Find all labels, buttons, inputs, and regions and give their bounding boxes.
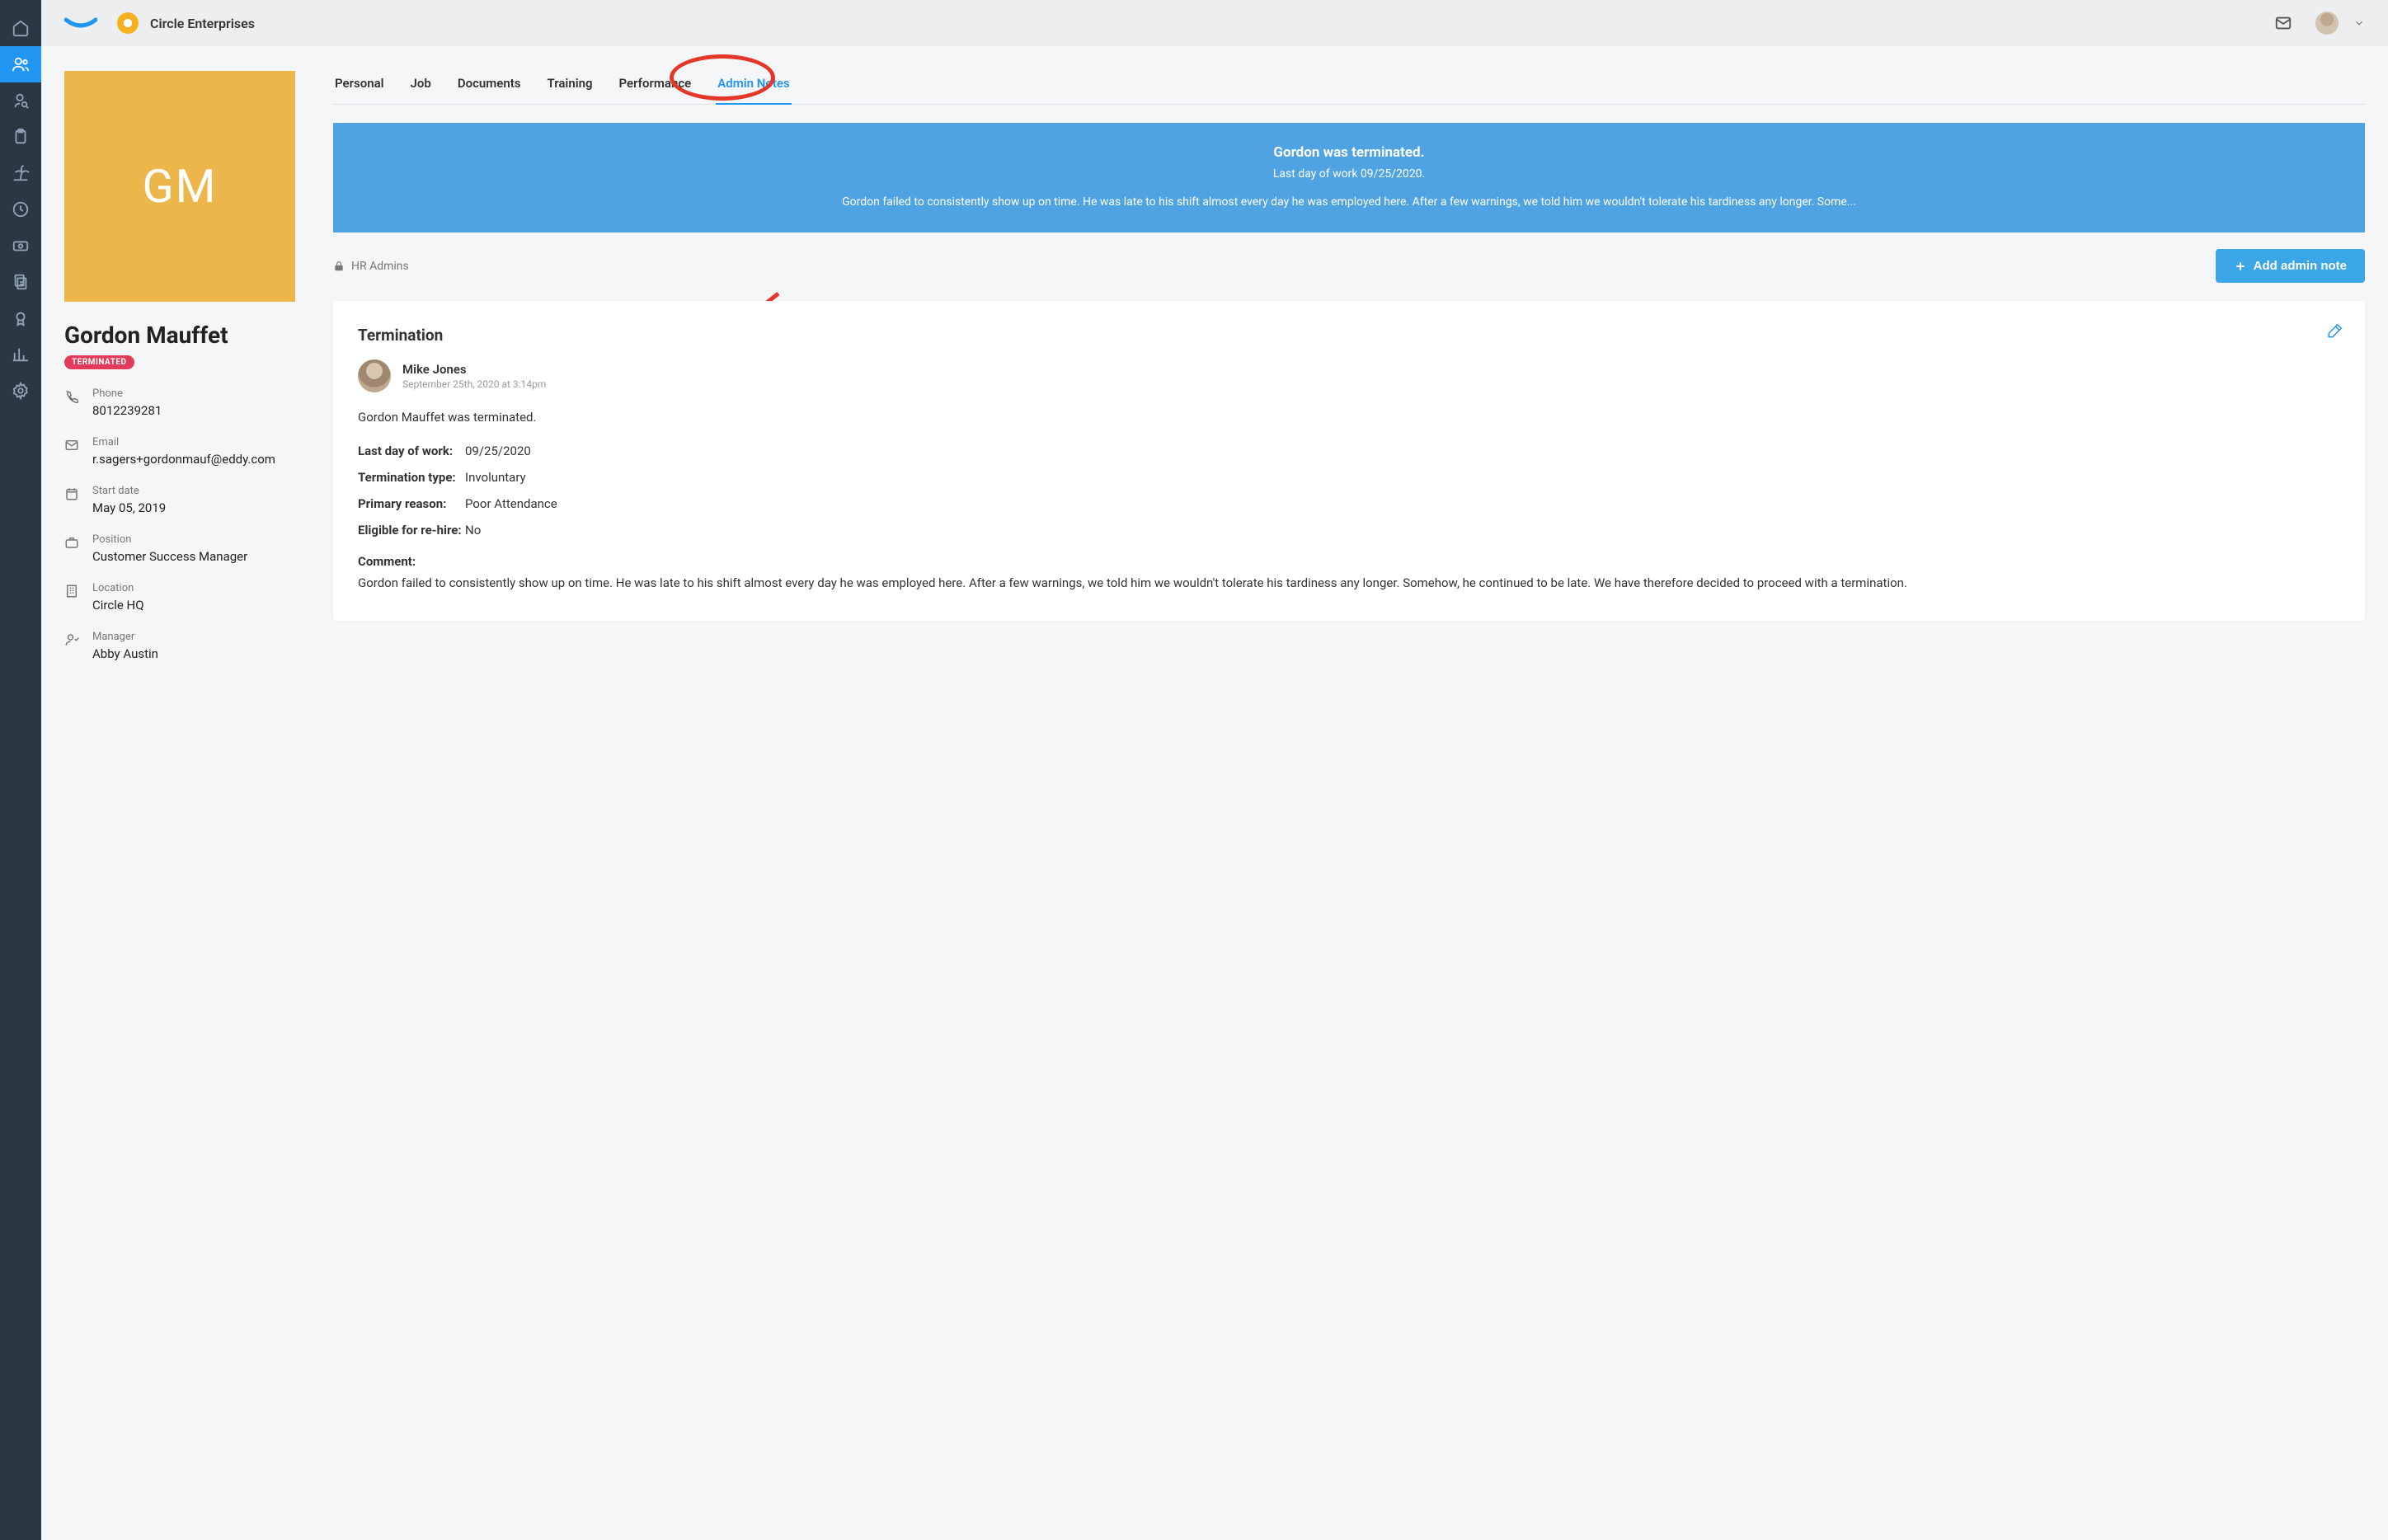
rehire-value: No [465, 523, 481, 538]
clipboard-icon [12, 128, 30, 146]
profile-tabs: Personal Job Documents Training Performa… [333, 71, 2365, 105]
position-value: Customer Success Manager [92, 549, 308, 564]
edit-note-button[interactable] [2327, 324, 2342, 342]
note-body: Gordon Mauffet was terminated. [358, 407, 2340, 427]
last-day-label: Last day of work: [358, 444, 465, 458]
clock-icon [12, 200, 30, 218]
reason-label: Primary reason: [358, 496, 465, 511]
nav-settings[interactable] [0, 373, 41, 409]
brand-logo [64, 15, 97, 31]
sidenav [0, 0, 41, 1540]
reason-value: Poor Attendance [465, 496, 557, 511]
tab-documents[interactable]: Documents [456, 71, 523, 104]
status-badge: TERMINATED [64, 355, 134, 369]
start-value: May 05, 2019 [92, 500, 308, 515]
manager-icon [64, 632, 79, 647]
building-icon [64, 584, 79, 599]
nav-home[interactable] [0, 10, 41, 46]
main-content: Personal Job Documents Training Performa… [333, 71, 2365, 1515]
nav-time[interactable] [0, 191, 41, 228]
rehire-label: Eligible for re-hire: [358, 523, 465, 538]
documents-icon [12, 273, 30, 291]
employee-name: Gordon Mauffet [64, 322, 308, 349]
person-search-icon [12, 92, 30, 110]
palm-icon [12, 164, 30, 182]
nav-payroll[interactable] [0, 228, 41, 264]
location-label: Location [92, 582, 308, 594]
manager-value: Abby Austin [92, 646, 308, 661]
comment-text: Gordon failed to consistently show up on… [358, 574, 2340, 593]
employee-initials: GM [142, 159, 217, 214]
location-value: Circle HQ [92, 598, 308, 613]
pencil-icon [2327, 324, 2342, 339]
phone-label: Phone [92, 387, 308, 400]
mail-icon [64, 438, 79, 453]
nav-docs[interactable] [0, 264, 41, 300]
nav-people[interactable] [0, 46, 41, 82]
tab-performance[interactable]: Performance [618, 71, 693, 104]
author-avatar [358, 359, 391, 392]
info-start: Start date May 05, 2019 [64, 485, 308, 515]
email-value: r.sagers+gordonmauf@eddy.com [92, 452, 308, 467]
type-label: Termination type: [358, 470, 465, 485]
admin-note-card: Termination Mike Jones September 25th, 2… [333, 301, 2365, 621]
chevron-down-icon[interactable] [2353, 17, 2365, 29]
tab-training[interactable]: Training [546, 71, 595, 104]
banner-title: Gordon was terminated. [391, 144, 2307, 161]
chart-icon [12, 345, 30, 364]
plus-icon [2234, 260, 2247, 273]
email-label: Email [92, 436, 308, 448]
comment-label: Comment: [358, 554, 2340, 569]
briefcase-icon [64, 535, 79, 550]
info-manager: Manager Abby Austin [64, 631, 308, 661]
lock-icon [333, 261, 345, 272]
calendar-icon [64, 486, 79, 501]
note-title: Termination [358, 326, 2340, 345]
tab-admin-notes[interactable]: Admin Notes [716, 71, 791, 104]
nav-reports[interactable] [0, 336, 41, 373]
visibility-indicator: HR Admins [333, 260, 409, 273]
topbar: Circle Enterprises [41, 0, 2388, 46]
banner-subtitle: Last day of work 09/25/2020. [391, 167, 2307, 181]
tab-job[interactable]: Job [409, 71, 433, 104]
info-position: Position Customer Success Manager [64, 533, 308, 564]
home-icon [12, 19, 30, 37]
banner-text: Gordon failed to consistently show up on… [391, 194, 2307, 211]
mail-button[interactable] [2274, 14, 2292, 32]
info-email: Email r.sagers+gordonmauf@eddy.com [64, 436, 308, 467]
visibility-text: HR Admins [351, 260, 409, 273]
position-label: Position [92, 533, 308, 546]
employee-sidebar: GM Gordon Mauffet TERMINATED Phone 80122… [64, 71, 308, 1515]
employee-avatar: GM [64, 71, 295, 302]
org-logo [117, 12, 139, 34]
tab-personal[interactable]: Personal [333, 71, 386, 104]
last-day-value: 09/25/2020 [465, 444, 531, 458]
org-name: Circle Enterprises [150, 16, 255, 31]
mail-icon [2274, 14, 2292, 32]
payroll-icon [12, 237, 30, 255]
add-button-label: Add admin note [2254, 259, 2347, 273]
nav-search[interactable] [0, 82, 41, 119]
user-avatar[interactable] [2315, 12, 2339, 35]
nav-clipboard[interactable] [0, 119, 41, 155]
nav-vacation[interactable] [0, 155, 41, 191]
author-name: Mike Jones [402, 362, 546, 377]
note-date: September 25th, 2020 at 3:14pm [402, 378, 546, 390]
add-admin-note-button[interactable]: Add admin note [2216, 249, 2365, 283]
training-icon [12, 309, 30, 327]
phone-value: 8012239281 [92, 403, 308, 418]
gear-icon [12, 382, 30, 400]
manager-label: Manager [92, 631, 308, 643]
info-phone: Phone 8012239281 [64, 387, 308, 418]
start-label: Start date [92, 485, 308, 497]
phone-icon [64, 389, 79, 404]
type-value: Involuntary [465, 470, 526, 485]
nav-training[interactable] [0, 300, 41, 336]
info-location: Location Circle HQ [64, 582, 308, 613]
people-icon [12, 55, 30, 73]
termination-banner: Gordon was terminated. Last day of work … [333, 123, 2365, 232]
